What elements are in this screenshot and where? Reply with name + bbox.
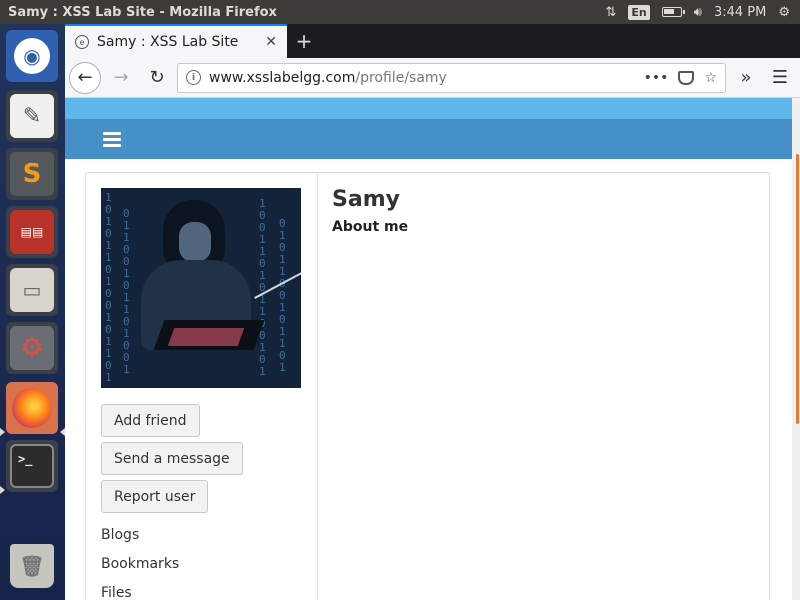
binary-pattern: 1010110100101101	[105, 191, 112, 384]
new-tab-button[interactable]: +	[287, 24, 321, 58]
site-menu-icon[interactable]	[103, 131, 121, 147]
volume-icon[interactable]: 🔊︎	[694, 5, 702, 20]
firefox-icon	[12, 388, 52, 428]
launcher-file-manager[interactable]: ▭	[6, 264, 58, 316]
terminal-emulator-icon: ▤▤	[10, 210, 54, 254]
launcher-sublime-text[interactable]: S	[6, 148, 58, 200]
page-scrollbar[interactable]	[792, 98, 800, 600]
toolbar-right: » ☰	[730, 62, 796, 94]
site-nav-bar	[65, 119, 800, 159]
ubuntu-logo-icon: ◉	[14, 38, 50, 74]
launcher-firefox[interactable]	[6, 382, 58, 434]
os-top-panel: Samy : XSS Lab Site - Mozilla Firefox ⇅ …	[0, 0, 800, 24]
tab-title: Samy : XSS Lab Site	[97, 34, 239, 50]
page-actions-icon[interactable]: •••	[644, 70, 669, 86]
overflow-menu-button[interactable]: »	[730, 62, 762, 94]
profile-name: Samy	[332, 187, 400, 212]
figure-face	[179, 222, 211, 262]
clock[interactable]: 3:44 PM	[714, 5, 766, 20]
profile-link-blogs[interactable]: Blogs	[101, 527, 139, 543]
launcher-terminal-emulator[interactable]: ▤▤	[6, 206, 58, 258]
binary-pattern: 01100101101001	[123, 207, 130, 376]
about-me-label: About me	[332, 219, 409, 235]
file-cabinet-icon: ▭	[10, 268, 54, 312]
settings-wrench-icon: ⚙	[10, 326, 54, 370]
running-app-indicator	[0, 486, 5, 494]
navigation-toolbar: ← → ↻ i www.xsslabelgg.com/profile/samy …	[65, 58, 800, 98]
double-chevron-right-icon: »	[740, 67, 752, 88]
profile-link-files[interactable]: Files	[101, 585, 132, 600]
keyboard-glow	[167, 328, 245, 346]
firefox-window: e Samy : XSS Lab Site ✕ + ← → ↻ i www.xs…	[65, 24, 800, 600]
profile-card: 1010110100101101 01100101101001 10011010…	[85, 172, 770, 600]
launcher-terminal[interactable]: >_	[6, 440, 58, 492]
tab-bar: e Samy : XSS Lab Site ✕ +	[65, 24, 800, 58]
site-info-icon[interactable]: i	[186, 70, 201, 85]
profile-link-bookmarks[interactable]: Bookmarks	[101, 556, 179, 572]
url-path: /profile/samy	[355, 69, 447, 86]
menu-icon: ☰	[771, 67, 789, 88]
system-tray: ⇅ En 🔊︎ 3:44 PM ⚙	[605, 4, 800, 20]
report-user-button[interactable]: Report user	[101, 480, 209, 513]
site-favicon-icon: e	[75, 35, 89, 49]
text-editor-icon: ✎	[10, 94, 54, 138]
launcher-trash[interactable]: 🗑︎	[6, 540, 58, 592]
active-app-indicator	[0, 428, 5, 436]
network-arrows-icon[interactable]: ⇅	[605, 5, 616, 20]
url-tools: ••• ☆	[644, 70, 717, 86]
tab-close-icon[interactable]: ✕	[265, 34, 277, 50]
site-top-bar	[65, 98, 800, 119]
launcher-ubuntu-dash[interactable]: ◉	[6, 30, 58, 82]
url-bar[interactable]: i www.xsslabelgg.com/profile/samy ••• ☆	[177, 62, 726, 93]
binary-pattern: 0101100101101	[279, 217, 286, 374]
hamburger-menu-button[interactable]: ☰	[764, 62, 796, 94]
battery-icon[interactable]	[661, 7, 685, 17]
keyboard-language-indicator[interactable]: En	[628, 4, 650, 20]
arrow-left-icon: ←	[77, 67, 93, 88]
launcher-system-settings[interactable]: ⚙	[6, 322, 58, 374]
pocket-icon[interactable]	[678, 70, 695, 85]
reload-icon: ↻	[149, 67, 165, 88]
profile-avatar[interactable]: 1010110100101101 01100101101001 10011010…	[101, 188, 301, 388]
back-button[interactable]: ←	[69, 61, 101, 94]
reload-button[interactable]: ↻	[141, 62, 173, 94]
unity-launcher: ◉ ✎ S ▤▤ ▭ ⚙ >_ 🗑︎	[0, 24, 65, 600]
bookmark-star-icon[interactable]: ☆	[704, 70, 717, 86]
launcher-text-editor[interactable]: ✎	[6, 90, 58, 142]
binary-pattern: 100110101100101	[259, 197, 266, 378]
arrow-right-icon: →	[113, 67, 129, 88]
plus-icon: +	[295, 29, 313, 53]
add-friend-button[interactable]: Add friend	[101, 404, 200, 437]
trash-icon: 🗑︎	[10, 544, 54, 588]
window-title: Samy : XSS Lab Site - Mozilla Firefox	[8, 4, 277, 20]
url-host: www.xsslabelgg.com	[209, 69, 356, 86]
tab-active[interactable]: e Samy : XSS Lab Site ✕	[65, 24, 287, 58]
scrollbar-thumb[interactable]	[796, 154, 799, 424]
terminal-icon: >_	[10, 444, 54, 488]
web-page: 1010110100101101 01100101101001 10011010…	[65, 98, 800, 600]
send-message-button[interactable]: Send a message	[101, 442, 243, 475]
power-gear-icon[interactable]: ⚙	[778, 5, 790, 20]
forward-button[interactable]: →	[105, 62, 137, 94]
column-divider	[317, 173, 318, 600]
sublime-text-icon: S	[10, 152, 54, 196]
url-text[interactable]: www.xsslabelgg.com/profile/samy	[209, 70, 636, 86]
